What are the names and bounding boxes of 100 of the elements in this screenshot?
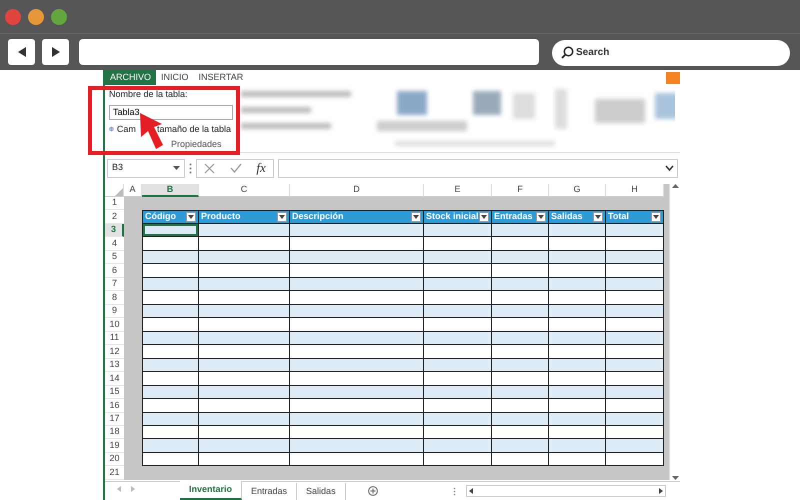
table-cell[interactable] [290, 372, 424, 386]
table-cell[interactable] [142, 452, 199, 466]
table-cell[interactable] [549, 358, 606, 372]
table-cell[interactable] [290, 318, 424, 332]
table-cell[interactable] [492, 304, 549, 318]
table-cell[interactable] [606, 278, 664, 292]
row-header[interactable]: 20 [105, 452, 124, 466]
table-cell[interactable] [424, 386, 492, 400]
row-header[interactable]: 14 [105, 372, 124, 386]
table-cell[interactable] [492, 224, 549, 238]
row-header[interactable]: 16 [105, 399, 124, 412]
row-header[interactable]: 1 [105, 197, 124, 210]
zoom-button[interactable] [51, 8, 67, 24]
table-cell[interactable] [549, 345, 606, 359]
table-cell[interactable] [199, 318, 290, 332]
table-cell[interactable] [142, 386, 199, 400]
table-cell[interactable] [290, 452, 424, 466]
table-cell[interactable] [492, 264, 549, 278]
table-cell[interactable] [199, 372, 290, 386]
row-header[interactable]: 6 [105, 264, 124, 278]
filter-button[interactable] [277, 212, 287, 222]
table-cell[interactable] [142, 224, 199, 238]
column-header[interactable]: F [492, 184, 549, 197]
table-cell[interactable] [290, 224, 424, 238]
row-header[interactable]: 10 [105, 318, 124, 332]
table-cell[interactable] [606, 399, 664, 412]
table-cell[interactable] [290, 237, 424, 251]
row-header[interactable]: 21 [105, 466, 124, 480]
column-header[interactable]: E [424, 184, 492, 197]
table-cell[interactable] [199, 291, 290, 305]
table-cell[interactable] [492, 426, 549, 440]
row-header[interactable]: 7 [105, 278, 124, 292]
table-cell[interactable] [606, 304, 664, 318]
table-cell[interactable] [424, 332, 492, 346]
table-cell[interactable] [290, 304, 424, 318]
table-cell[interactable] [549, 250, 606, 264]
table-cell[interactable] [142, 412, 199, 426]
table-cell[interactable] [606, 386, 664, 400]
row-header[interactable]: 3 [105, 224, 124, 238]
table-cell[interactable] [606, 224, 664, 238]
search-field[interactable]: Search [552, 40, 790, 66]
filter-button[interactable] [411, 212, 421, 222]
column-header[interactable]: H [606, 184, 664, 197]
table-cell[interactable] [424, 264, 492, 278]
table-cell[interactable] [549, 452, 606, 466]
table-cell[interactable] [606, 345, 664, 359]
table-cell[interactable] [199, 412, 290, 426]
table-cell[interactable] [492, 452, 549, 466]
address-field[interactable] [79, 39, 539, 65]
table-cell[interactable] [492, 291, 549, 305]
table-cell[interactable] [142, 439, 199, 453]
table-cell[interactable] [549, 439, 606, 453]
table-cell[interactable] [549, 399, 606, 412]
table-cell[interactable] [142, 291, 199, 305]
row-header[interactable]: 15 [105, 386, 124, 400]
column-header[interactable]: B [142, 184, 199, 197]
ribbon-tab[interactable]: INICIO [156, 70, 194, 85]
table-cell[interactable] [290, 412, 424, 426]
table-cell[interactable] [199, 358, 290, 372]
table-cell[interactable] [424, 291, 492, 305]
vertical-scrollbar[interactable] [669, 184, 680, 480]
table-cell[interactable] [549, 412, 606, 426]
add-sheet-icon[interactable] [368, 486, 378, 496]
table-cell[interactable] [290, 250, 424, 264]
filter-button[interactable] [536, 212, 546, 222]
column-header[interactable]: A [124, 184, 142, 197]
table-cell[interactable] [424, 399, 492, 412]
table-cell[interactable] [549, 318, 606, 332]
table-cell[interactable] [492, 250, 549, 264]
filter-button[interactable] [651, 212, 661, 222]
column-header[interactable]: D [290, 184, 424, 197]
resize-table-text[interactable]: tamaño de la tabla [156, 122, 231, 136]
table-cell[interactable] [424, 345, 492, 359]
resize-table-text[interactable]: Cam [116, 122, 136, 136]
table-cell[interactable] [199, 304, 290, 318]
table-cell[interactable] [549, 304, 606, 318]
table-cell[interactable] [424, 412, 492, 426]
table-cell[interactable] [142, 399, 199, 412]
table-cell[interactable] [492, 345, 549, 359]
check-icon[interactable] [230, 163, 242, 173]
table-cell[interactable] [606, 237, 664, 251]
table-cell[interactable] [549, 386, 606, 400]
table-cell[interactable] [199, 452, 290, 466]
table-cell[interactable] [142, 250, 199, 264]
scroll-up-icon[interactable] [672, 184, 678, 188]
forward-button[interactable] [42, 39, 69, 65]
column-header[interactable]: G [549, 184, 606, 197]
table-cell[interactable] [549, 426, 606, 440]
row-header[interactable]: 18 [105, 426, 124, 440]
table-cell[interactable] [142, 278, 199, 292]
table-cell[interactable] [424, 358, 492, 372]
table-cell[interactable] [606, 250, 664, 264]
table-cell[interactable] [606, 439, 664, 453]
insert-function-button[interactable]: fx [256, 158, 266, 178]
column-header[interactable]: C [199, 184, 290, 197]
table-cell[interactable] [492, 412, 549, 426]
horizontal-scrollbar[interactable] [466, 485, 666, 497]
table-cell[interactable] [424, 372, 492, 386]
table-cell[interactable] [290, 386, 424, 400]
filter-button[interactable] [479, 212, 489, 222]
